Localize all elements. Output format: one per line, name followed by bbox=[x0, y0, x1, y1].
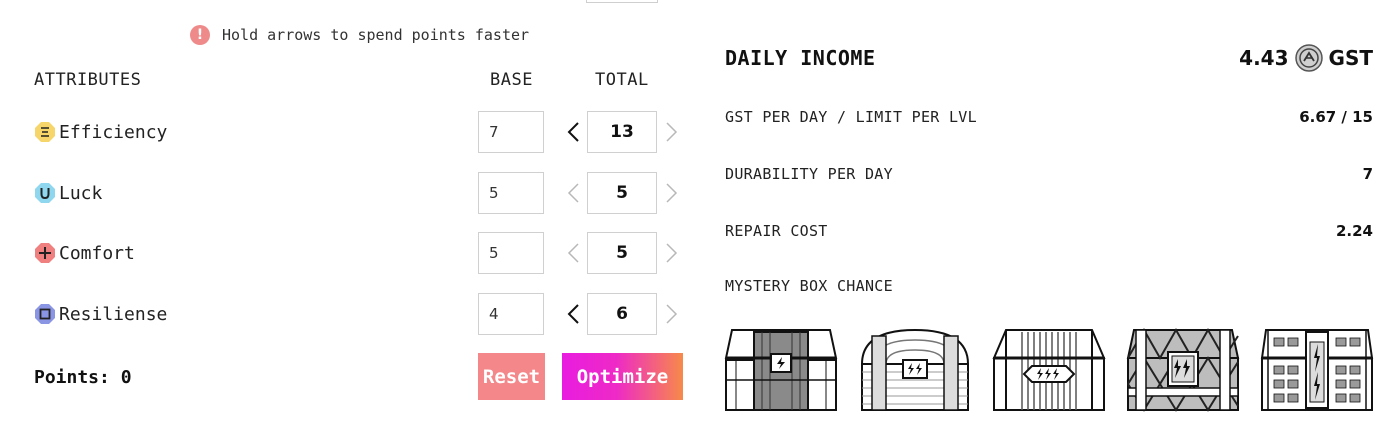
resilience-total: 6 bbox=[587, 293, 657, 335]
repair-cost-label: REPAIR COST bbox=[725, 222, 828, 240]
attribute-label: Comfort bbox=[59, 242, 135, 264]
mystery-box-2-icon bbox=[860, 328, 970, 411]
top-partial-box bbox=[586, 0, 658, 3]
reset-button[interactable]: Reset bbox=[478, 353, 545, 400]
efficiency-increase-arrow[interactable] bbox=[662, 120, 680, 144]
luck-decrease-arrow[interactable] bbox=[565, 181, 583, 205]
attribute-label: Resiliense bbox=[59, 303, 168, 325]
resilience-base-input[interactable]: 4 bbox=[478, 293, 544, 335]
gst-per-day-label: GST PER DAY / LIMIT PER LVL bbox=[725, 108, 977, 126]
luck-icon bbox=[35, 183, 55, 203]
mystery-box-label: MYSTERY BOX CHANCE bbox=[725, 277, 893, 295]
attribute-resilience: Resiliense bbox=[34, 303, 167, 325]
luck-total: 5 bbox=[587, 172, 657, 214]
efficiency-total: 13 bbox=[587, 111, 657, 153]
mystery-box-5-icon bbox=[1260, 329, 1374, 411]
optimize-button[interactable]: Optimize bbox=[562, 353, 683, 400]
luck-base-input[interactable]: 5 bbox=[478, 172, 544, 214]
exclamation-icon: ! bbox=[190, 25, 210, 45]
mystery-box-3-icon bbox=[992, 329, 1106, 411]
attribute-label: Luck bbox=[59, 182, 103, 204]
attribute-label: Efficiency bbox=[59, 121, 168, 143]
comfort-base-input[interactable]: 5 bbox=[478, 232, 544, 274]
hint: ! Hold arrows to spend points faster bbox=[190, 25, 529, 45]
resilience-icon bbox=[35, 304, 55, 324]
attribute-comfort: Comfort bbox=[34, 242, 135, 264]
resilience-decrease-arrow[interactable] bbox=[565, 302, 583, 326]
repair-cost-value: 2.24 bbox=[1335, 222, 1373, 240]
comfort-icon bbox=[35, 243, 55, 263]
mystery-box-1-icon bbox=[724, 329, 838, 411]
luck-increase-arrow[interactable] bbox=[662, 181, 680, 205]
attribute-efficiency: Efficiency bbox=[34, 121, 167, 143]
efficiency-base-input[interactable]: 7 bbox=[478, 111, 544, 153]
mystery-box-4-icon bbox=[1126, 328, 1240, 412]
daily-income-label: DAILY INCOME bbox=[725, 46, 876, 70]
total-header: TOTAL bbox=[595, 70, 649, 90]
gst-coin-icon bbox=[1294, 44, 1323, 72]
comfort-decrease-arrow[interactable] bbox=[565, 241, 583, 265]
durability-label: DURABILITY PER DAY bbox=[725, 165, 893, 183]
points-remaining: Points: 0 bbox=[34, 367, 132, 388]
daily-income-unit: GST bbox=[1328, 46, 1373, 70]
daily-income-value: 4.43 bbox=[1239, 46, 1289, 70]
attributes-header: ATTRIBUTES bbox=[34, 70, 142, 90]
base-header: BASE bbox=[490, 70, 533, 90]
efficiency-decrease-arrow[interactable] bbox=[565, 120, 583, 144]
comfort-total: 5 bbox=[587, 232, 657, 274]
attribute-luck: Luck bbox=[34, 182, 102, 204]
comfort-increase-arrow[interactable] bbox=[662, 241, 680, 265]
resilience-increase-arrow[interactable] bbox=[662, 302, 680, 326]
durability-value: 7 bbox=[1362, 165, 1373, 183]
daily-income: 4.43 GST bbox=[1239, 44, 1373, 72]
gst-per-day-value: 6.67 / 15 bbox=[1299, 108, 1373, 126]
hint-text: Hold arrows to spend points faster bbox=[222, 26, 530, 44]
efficiency-icon bbox=[35, 122, 55, 142]
